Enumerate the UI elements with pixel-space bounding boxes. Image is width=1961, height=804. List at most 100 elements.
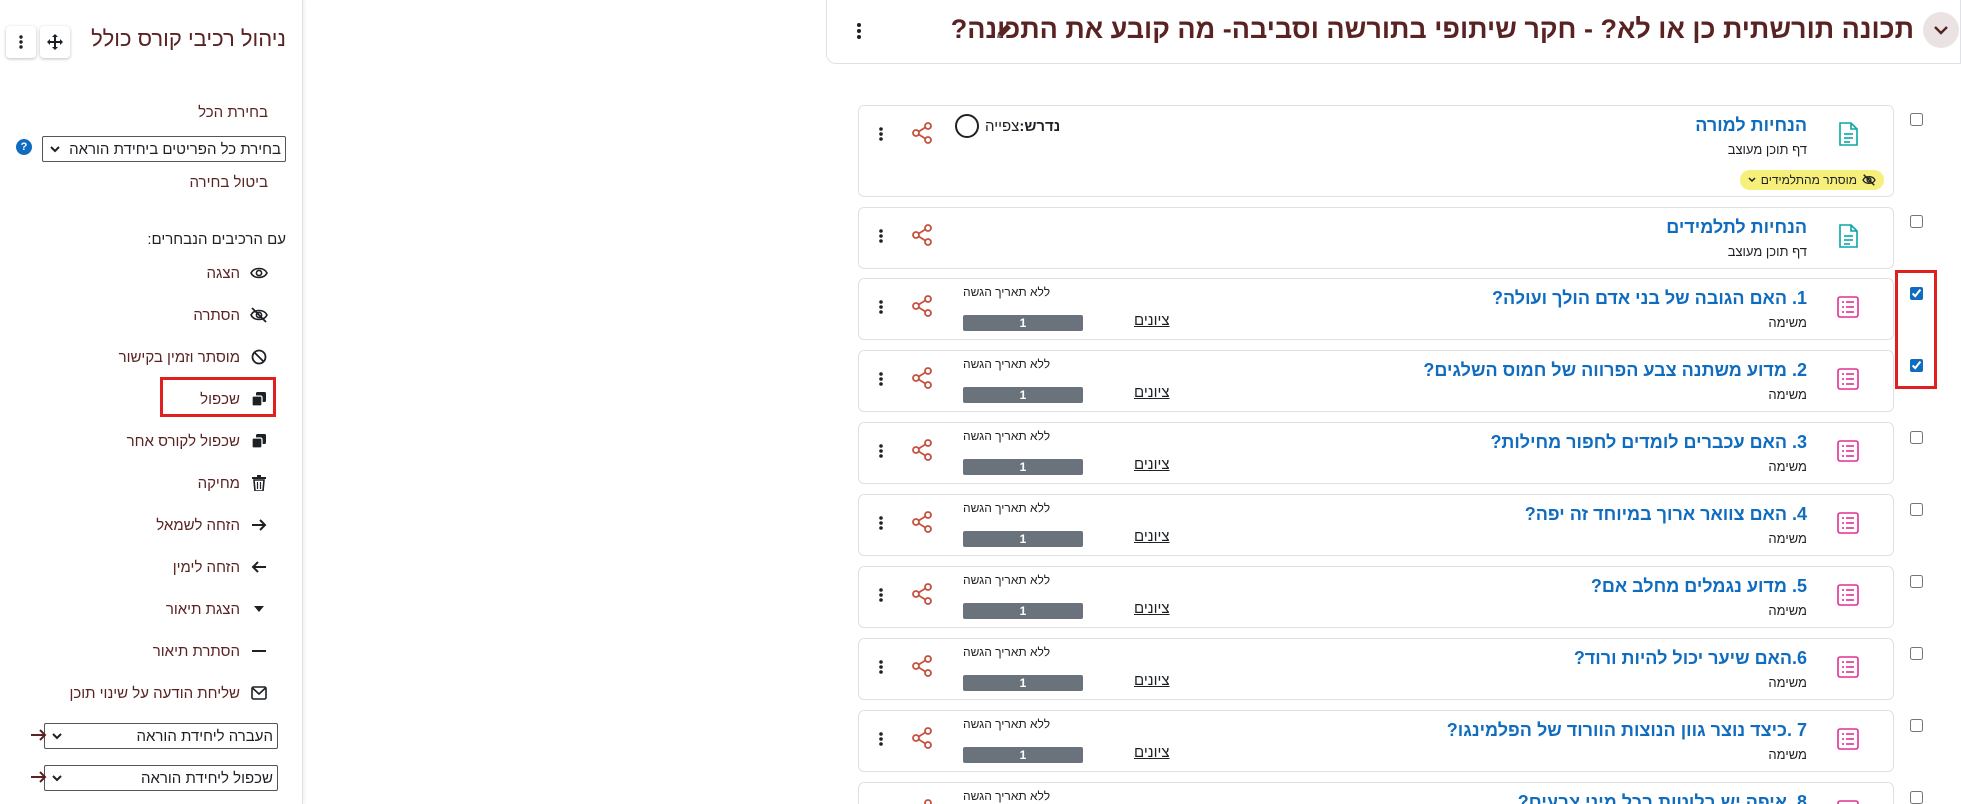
grades-link[interactable]: ציונים [1134,528,1170,545]
section-collapse-button[interactable] [1923,12,1959,48]
activity-checkbox[interactable] [1910,503,1923,516]
activity-checkbox[interactable] [1910,719,1923,732]
hidden-from-students-badge[interactable]: מוסתר מהתלמידים [1739,170,1884,190]
share-button[interactable] [911,583,933,605]
activity-title-link[interactable]: 3. האם עכברים לומדים לחפור מחילות? [1490,432,1807,453]
action-move-right[interactable]: הזחה לימין [173,555,268,579]
grades-link[interactable]: ציונים [1134,744,1170,761]
activity-title-link[interactable]: 1. האם הגובה של בני אדם הולך ועולה? [1492,288,1807,309]
activity-menu-button[interactable] [871,509,891,537]
completion-circle-icon[interactable] [955,114,979,138]
cancel-selection-link[interactable]: ביטול בחירה [190,174,269,191]
share-icon [912,727,932,749]
activity-type: משימה [1768,747,1807,762]
activity-checkbox[interactable] [1910,575,1923,588]
activity-menu-button[interactable] [871,653,891,681]
activity-title-link[interactable]: 8. איפה יש בלוטות בכל מיני צבעים? [1518,792,1807,804]
checkbox-highlight-box [1895,270,1937,389]
activity-type: משימה [1768,675,1807,690]
duplicate-to-section-button[interactable] [30,769,48,785]
copy-icon [250,432,268,450]
activity-menu-button[interactable] [871,797,891,804]
action-hide-description[interactable]: הסתרת תיאור [153,639,268,663]
submission-count-badge: 1 [963,387,1083,403]
activity-menu-button[interactable] [871,293,891,321]
kebab-icon [879,732,883,746]
activity-menu-button[interactable] [871,222,891,250]
grades-link[interactable]: ציונים [1134,312,1170,329]
activity-row: 2. מדוע משתנה צבע הפרווה של חמוס השלגים?… [858,350,1894,412]
share-button[interactable] [911,727,933,749]
grades-link[interactable]: ציונים [1134,384,1170,401]
envelope-icon [250,684,268,702]
action-delete[interactable]: מחיקה [198,471,268,495]
grades-link[interactable]: ציונים [1134,600,1170,617]
due-date-label: ללא תאריך הגשה [963,645,1051,659]
activity-checkbox[interactable] [1910,647,1923,660]
action-show-description[interactable]: הצגת תיאור [166,597,268,621]
select-all-link[interactable]: בחירת הכל [198,104,268,121]
activity-checkbox[interactable] [1910,113,1923,126]
requirement-value: צפייה [985,117,1020,135]
duplicate-to-section-dropdown[interactable]: שכפול ליחידת הוראה [44,765,278,791]
share-button[interactable] [911,655,933,677]
share-button[interactable] [911,439,933,461]
activity-title-link[interactable]: 4. האם צוואר ארוך במיוחד זה יפה? [1525,504,1807,525]
requirement-text: נדרש:צפייה [985,118,1060,135]
action-duplicate-other-course[interactable]: שכפול לקורס אחר [127,429,268,453]
activity-checkbox[interactable] [1910,215,1923,228]
share-button[interactable] [911,799,933,804]
share-button[interactable] [911,367,933,389]
eye-icon [250,264,268,282]
help-icon[interactable]: ? [16,139,32,155]
grades-link[interactable]: ציונים [1134,456,1170,473]
due-date-label: ללא תאריך הגשה [963,573,1051,587]
select-scope-dropdown[interactable]: בחירת כל הפריטים ביחידת הוראה [42,136,286,162]
share-button[interactable] [911,511,933,533]
activity-type: דף תוכן מעוצב [1727,142,1807,157]
grades-link[interactable]: ציונים [1134,672,1170,689]
activity-type: משימה [1768,315,1807,330]
with-selected-label: עם הרכיבים הנבחרים: [147,231,286,248]
share-button[interactable] [911,224,933,246]
activity-title-link[interactable]: הנחיות לתלמידים [1666,217,1807,238]
due-date-label: ללא תאריך הגשה [963,357,1051,371]
share-icon [912,655,932,677]
action-hide[interactable]: הסתרה [193,303,268,327]
action-show[interactable]: הצגה [206,261,268,285]
action-label: הצגת תיאור [165,600,240,618]
completion-requirement: נדרש:צפייה [955,114,1060,138]
activity-menu-button[interactable] [871,437,891,465]
assignment-icon [1837,656,1859,678]
activity-title-link[interactable]: 5. מדוע נגמלים מחלב אם? [1591,576,1807,597]
activity-title-link[interactable]: הנחיות למורה [1695,115,1807,136]
chevron-down-icon [50,146,60,153]
activity-title-link[interactable]: 2. מדוע משתנה צבע הפרווה של חמוס השלגים? [1423,360,1807,381]
move-to-section-dropdown[interactable]: העברה ליחידת הוראה [44,723,278,749]
activity-checkbox[interactable] [1910,791,1923,804]
action-move-left[interactable]: הזחה לשמאל [156,513,268,537]
edit-title-button[interactable] [995,22,1013,40]
activity-menu-button[interactable] [871,725,891,753]
activity-menu-button[interactable] [871,120,891,148]
action-label: מחיקה [197,474,240,492]
section-menu-button[interactable] [849,17,869,45]
activity-title-link[interactable]: 6.האם שיער יכול להיות ורוד? [1574,648,1807,669]
activity-menu-button[interactable] [871,581,891,609]
activity-type: משימה [1768,531,1807,546]
activity-row: 3. האם עכברים לומדים לחפור מחילות? משימה… [858,422,1894,484]
assignment-icon [1837,368,1859,390]
activity-checkbox[interactable] [1910,431,1923,444]
kebab-icon [879,516,883,530]
panel-move-button[interactable] [40,26,70,58]
move-to-section-button[interactable] [30,727,48,743]
action-stealth[interactable]: מוסתר וזמין בקישור [119,345,268,369]
panel-title: ניהול רכיבי קורס כולל [91,26,286,51]
action-notify[interactable]: שליחת הודעה על שינוי תוכן [69,681,268,705]
submission-count-badge: 1 [963,603,1083,619]
share-button[interactable] [911,122,933,144]
activity-menu-button[interactable] [871,365,891,393]
activity-title-link[interactable]: 7 .כיצד נוצר גוון הנוצות הוורוד של הפלמי… [1447,720,1807,741]
share-button[interactable] [911,295,933,317]
panel-menu-button[interactable] [6,26,36,58]
